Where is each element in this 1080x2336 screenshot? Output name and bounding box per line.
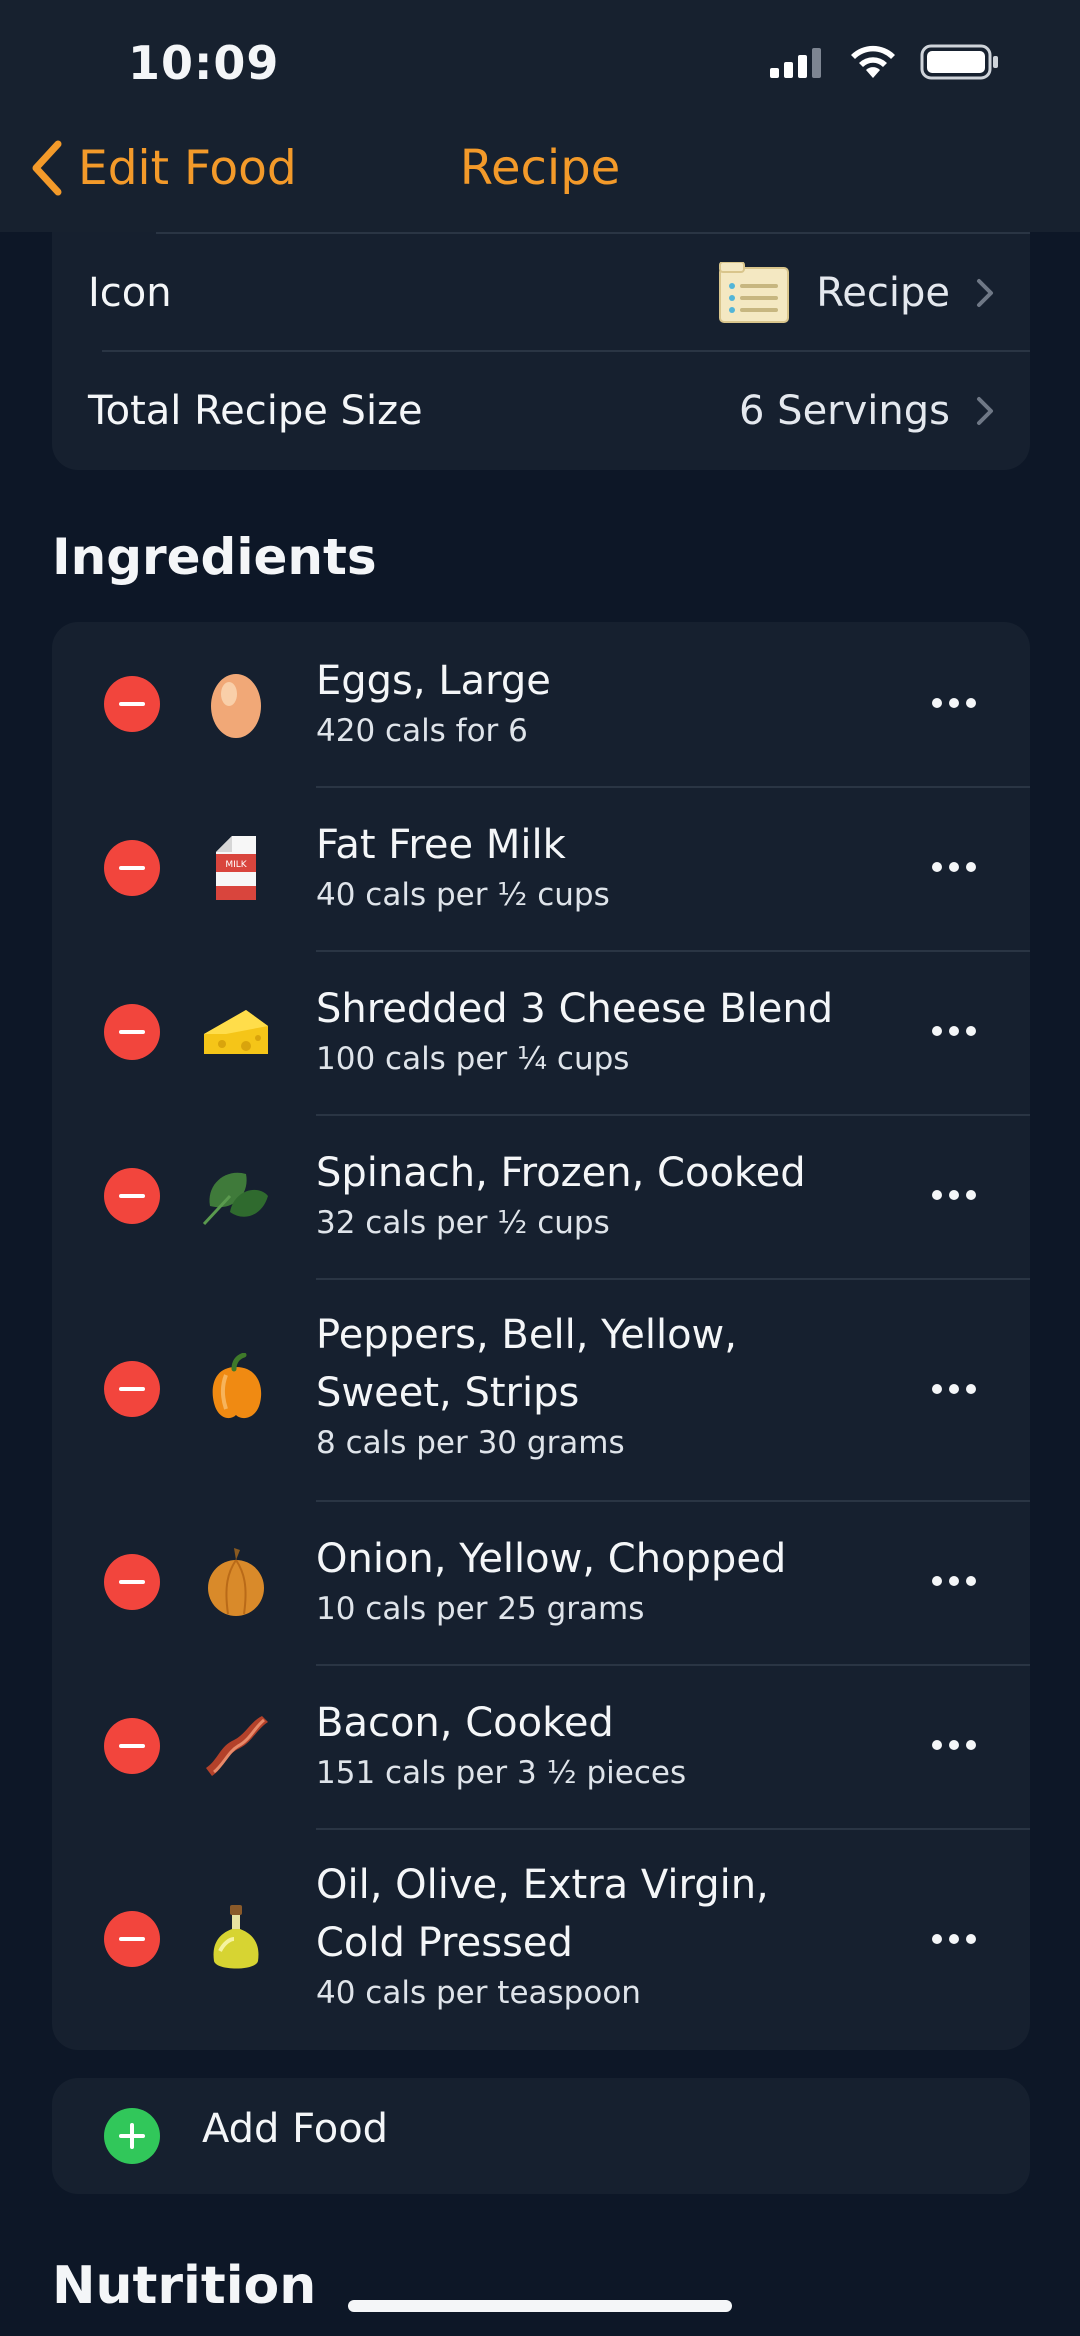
remove-ingredient-button[interactable] (104, 1168, 160, 1224)
svg-text:MILK: MILK (225, 860, 247, 870)
ingredients-list: Eggs, Large 420 cals for 6 MILK Fat Free… (52, 622, 1030, 2050)
ingredient-name: Bacon, Cooked (316, 1700, 614, 1746)
plus-icon (104, 2108, 160, 2164)
bacon-icon (206, 1716, 268, 1776)
chevron-right-icon (977, 279, 993, 307)
cellular-signal-icon (770, 48, 821, 78)
ingredient-calories: 32 cals per ½ cups (316, 1205, 610, 1241)
ingredient-calories: 10 cals per 25 grams (316, 1591, 645, 1627)
ingredient-name: Onion, Yellow, Chopped (316, 1536, 787, 1582)
ingredient-name: Spinach, Frozen, Cooked (316, 1150, 806, 1196)
milk-carton-icon: MILK (216, 836, 256, 900)
home-indicator (348, 2300, 732, 2312)
olive-oil-icon (213, 1905, 259, 1969)
total-recipe-size-label: Total Recipe Size (88, 388, 423, 434)
more-options-button[interactable] (932, 1190, 976, 1202)
recipe-screen: 10:09 Edit Food Recipe Icon Recipe Total… (0, 0, 1080, 2336)
ingredient-calories: 420 cals for 6 (316, 713, 528, 749)
remove-ingredient-button[interactable] (104, 676, 160, 732)
more-options-button[interactable] (932, 1384, 976, 1396)
more-options-button[interactable] (932, 1934, 976, 1946)
remove-ingredient-button[interactable] (104, 840, 160, 896)
page-title: Recipe (459, 140, 621, 196)
icon-row-value: Recipe (816, 270, 950, 316)
wifi-icon (851, 45, 895, 78)
egg-icon (211, 674, 261, 738)
ingredient-calories: 151 cals per 3 ½ pieces (316, 1755, 687, 1791)
status-icons (770, 44, 1000, 80)
total-recipe-size-row[interactable]: Total Recipe Size 6 Servings (52, 352, 1030, 470)
ingredients-section-title: Ingredients (52, 528, 377, 586)
remove-ingredient-button[interactable] (104, 1718, 160, 1774)
ingredient-calories: 100 cals per ¼ cups (316, 1041, 630, 1077)
ingredient-calories: 8 cals per 30 grams (316, 1425, 625, 1461)
battery-icon (920, 44, 998, 80)
nutrition-section-title: Nutrition (52, 2256, 317, 2316)
top-bar: 10:09 Edit Food Recipe (0, 0, 1080, 232)
ingredient-row-olive-oil[interactable]: Oil, Olive, Extra Virgin, Cold Pressed 4… (52, 1828, 1030, 2050)
ingredient-name: Fat Free Milk (316, 822, 566, 868)
spinach-icon (202, 1172, 268, 1226)
remove-ingredient-button[interactable] (104, 1554, 160, 1610)
ingredient-row-bacon[interactable]: Bacon, Cooked 151 cals per 3 ½ pieces (52, 1664, 1030, 1828)
more-options-button[interactable] (932, 1576, 976, 1588)
ingredient-name: Shredded 3 Cheese Blend (316, 986, 834, 1032)
ingredient-row-milk[interactable]: MILK Fat Free Milk 40 cals per ½ cups (52, 786, 1030, 950)
recipe-card-icon (719, 262, 790, 323)
remove-ingredient-button[interactable] (104, 1911, 160, 1967)
status-time: 10:09 (128, 36, 280, 90)
ingredient-row-onion[interactable]: Onion, Yellow, Chopped 10 cals per 25 gr… (52, 1500, 1030, 1664)
ingredient-calories: 40 cals per ½ cups (316, 877, 610, 913)
total-recipe-size-value: 6 Servings (739, 388, 950, 434)
add-food-button[interactable]: Add Food (52, 2078, 1030, 2194)
add-food-label: Add Food (202, 2106, 389, 2152)
ingredient-row-cheese[interactable]: Shredded 3 Cheese Blend 100 cals per ¼ c… (52, 950, 1030, 1114)
ingredient-name: Peppers, Bell, Yellow, Sweet, Strips (316, 1312, 737, 1416)
more-options-button[interactable] (932, 862, 976, 874)
icon-row-label: Icon (88, 270, 172, 316)
ingredient-name: Eggs, Large (316, 658, 551, 704)
more-options-button[interactable] (932, 1740, 976, 1752)
ingredient-row-peppers[interactable]: Peppers, Bell, Yellow, Sweet, Strips 8 c… (52, 1278, 1030, 1500)
onion-icon (208, 1548, 264, 1616)
ingredient-name: Oil, Olive, Extra Virgin, Cold Pressed (316, 1862, 769, 1966)
remove-ingredient-button[interactable] (104, 1361, 160, 1417)
remove-ingredient-button[interactable] (104, 1004, 160, 1060)
more-options-button[interactable] (932, 698, 976, 710)
ingredient-row-spinach[interactable]: Spinach, Frozen, Cooked 32 cals per ½ cu… (52, 1114, 1030, 1278)
ingredient-row-eggs[interactable]: Eggs, Large 420 cals for 6 (52, 622, 1030, 786)
ingredient-calories: 40 cals per teaspoon (316, 1975, 641, 2011)
icon-row[interactable]: Icon Recipe (52, 234, 1030, 352)
cheese-icon (204, 1010, 268, 1054)
bell-pepper-icon (212, 1353, 262, 1419)
more-options-button[interactable] (932, 1026, 976, 1038)
recipe-settings-card: Icon Recipe Total Recipe Size 6 Servings (52, 192, 1030, 470)
chevron-right-icon (977, 397, 993, 425)
